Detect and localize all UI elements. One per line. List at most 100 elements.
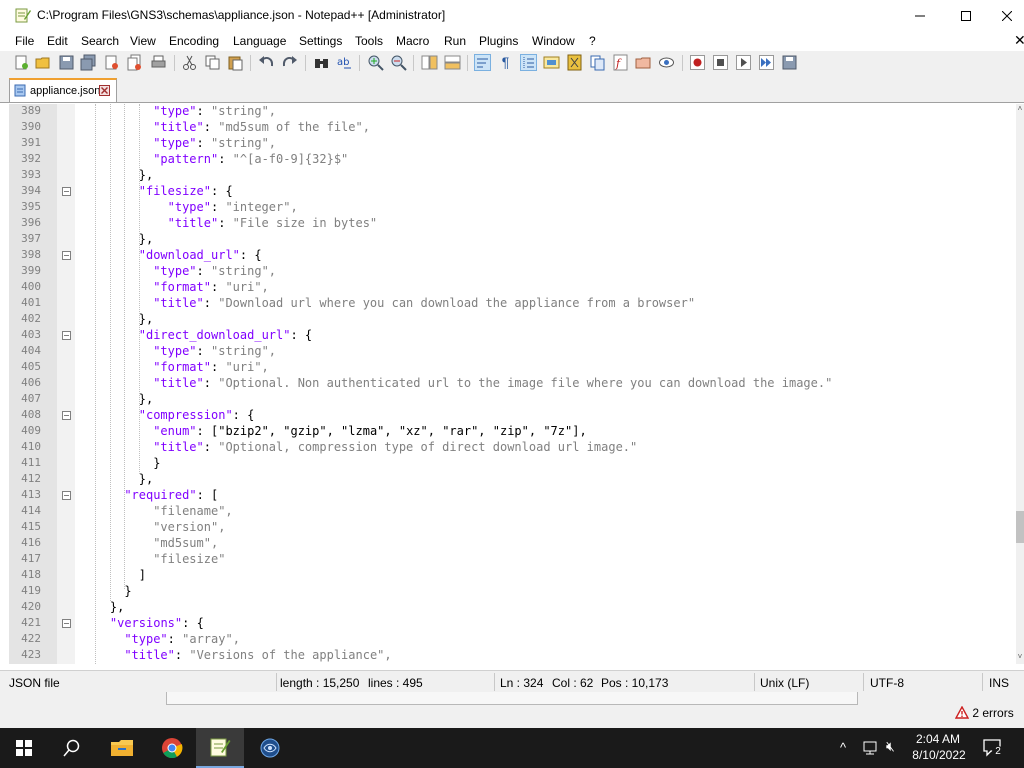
save-icon[interactable] bbox=[58, 54, 75, 71]
paste-icon[interactable] bbox=[227, 54, 244, 71]
indent-guide-icon[interactable] bbox=[520, 54, 537, 71]
monitoring-eye-icon[interactable] bbox=[658, 54, 675, 71]
menu-settings[interactable]: Settings bbox=[299, 34, 342, 48]
vertical-scrollbar[interactable] bbox=[1016, 104, 1024, 664]
taskbar-chrome[interactable] bbox=[148, 728, 196, 768]
volume-muted-icon[interactable]: 🔇︎ bbox=[886, 738, 895, 755]
clock-time[interactable]: 2:04 AM bbox=[912, 732, 964, 746]
fold-toggle-icon[interactable] bbox=[62, 491, 71, 500]
fold-toggle-icon[interactable] bbox=[62, 187, 71, 196]
fold-toggle-icon[interactable] bbox=[62, 619, 71, 628]
status-encoding[interactable]: UTF-8 bbox=[870, 676, 904, 690]
menu-help[interactable]: ? bbox=[589, 34, 596, 48]
notification-center-button[interactable]: 2 bbox=[982, 738, 1004, 758]
new-file-icon[interactable] bbox=[13, 54, 30, 71]
word-wrap-icon[interactable] bbox=[474, 54, 491, 71]
folder-as-workspace-icon[interactable] bbox=[635, 54, 652, 71]
menu-edit[interactable]: Edit bbox=[47, 34, 68, 48]
tab-strip: appliance.json bbox=[0, 75, 1024, 103]
record-macro-icon[interactable] bbox=[689, 54, 706, 71]
maximize-button[interactable] bbox=[943, 0, 989, 31]
save-all-icon[interactable] bbox=[80, 54, 97, 71]
play-macro-icon[interactable] bbox=[735, 54, 752, 71]
redo-icon[interactable] bbox=[281, 54, 298, 71]
json-value: "Optional, compression type of direct do… bbox=[218, 440, 638, 454]
function-list-icon[interactable]: f bbox=[612, 54, 629, 71]
menu-window[interactable]: Window bbox=[532, 34, 575, 48]
code-line: }, bbox=[139, 392, 153, 406]
find-icon[interactable] bbox=[313, 54, 330, 71]
error-indicator[interactable]: 2 errors bbox=[954, 705, 1014, 720]
json-value: "integer", bbox=[225, 200, 298, 214]
tab-close-icon[interactable] bbox=[99, 85, 110, 96]
json-punctuation: } bbox=[124, 584, 132, 598]
tab-appliance-json[interactable]: appliance.json bbox=[9, 78, 117, 102]
menu-run[interactable]: Run bbox=[444, 34, 466, 48]
taskbar-file-explorer[interactable] bbox=[98, 728, 146, 768]
fold-toggle-icon[interactable] bbox=[62, 411, 71, 420]
open-file-icon[interactable] bbox=[35, 54, 52, 71]
sync-vertical-icon[interactable] bbox=[421, 54, 438, 71]
json-value: "Versions of the appliance", bbox=[189, 648, 392, 662]
minimize-button[interactable] bbox=[897, 0, 943, 31]
json-punctuation: }, bbox=[138, 472, 154, 486]
search-button[interactable] bbox=[48, 728, 96, 768]
line-number: 421 bbox=[21, 616, 41, 629]
code-editor[interactable]: 389 "type": "string", 390 "title": "md5sum … bbox=[9, 104, 1016, 664]
stop-macro-icon[interactable] bbox=[712, 54, 729, 71]
line-number: 406 bbox=[21, 376, 41, 389]
user-defined-language-icon[interactable] bbox=[543, 54, 560, 71]
document-list-icon[interactable] bbox=[589, 54, 606, 71]
close-button[interactable] bbox=[989, 0, 1024, 31]
menu-encoding[interactable]: Encoding bbox=[169, 34, 219, 48]
json-punctuation: : { bbox=[182, 616, 204, 630]
print-icon[interactable] bbox=[150, 54, 167, 71]
menu-search[interactable]: Search bbox=[81, 34, 119, 48]
scroll-up-arrow-icon[interactable]: ˄ bbox=[1016, 104, 1024, 114]
menu-view[interactable]: View bbox=[130, 34, 156, 48]
menu-macro[interactable]: Macro bbox=[396, 34, 429, 48]
replace-icon[interactable]: ab bbox=[336, 54, 353, 71]
close-all-icon[interactable] bbox=[126, 54, 143, 71]
json-value: "string", bbox=[211, 136, 277, 150]
fold-toggle-icon[interactable] bbox=[62, 331, 71, 340]
zoom-out-icon[interactable] bbox=[390, 54, 407, 71]
clock-date[interactable]: 8/10/2022 bbox=[909, 748, 969, 762]
undo-icon[interactable] bbox=[258, 54, 275, 71]
save-macro-icon[interactable] bbox=[781, 54, 798, 71]
show-hidden-icons-chevron-icon[interactable]: ^ bbox=[840, 740, 846, 755]
cut-icon[interactable] bbox=[181, 54, 198, 71]
json-punctuation: : { bbox=[290, 328, 313, 342]
maximize-icon bbox=[961, 10, 971, 21]
sync-horizontal-icon[interactable] bbox=[444, 54, 461, 71]
json-key: "type" bbox=[124, 632, 168, 646]
zoom-in-icon[interactable] bbox=[367, 54, 384, 71]
run-macro-multiple-icon[interactable] bbox=[758, 54, 775, 71]
close-document-x-icon[interactable]: ✕ bbox=[1014, 32, 1024, 49]
line-number: 413 bbox=[21, 488, 41, 501]
network-icon[interactable] bbox=[862, 740, 880, 759]
copy-icon[interactable] bbox=[204, 54, 221, 71]
taskbar-gns3[interactable] bbox=[246, 728, 294, 768]
line-number: 390 bbox=[21, 120, 41, 133]
scroll-down-arrow-icon[interactable]: ˅ bbox=[1016, 652, 1024, 662]
windows-taskbar: ^ 🔇︎ 2:04 AM 8/10/2022 2 bbox=[0, 728, 1024, 768]
json-punctuation: } bbox=[153, 456, 161, 470]
code-line: "pattern": "^[a-f0-9]{32}$" bbox=[153, 152, 348, 166]
line-number: 400 bbox=[21, 280, 41, 293]
line-number: 396 bbox=[21, 216, 41, 229]
menu-tools[interactable]: Tools bbox=[355, 34, 383, 48]
menu-file[interactable]: File bbox=[15, 34, 34, 48]
taskbar-notepadpp[interactable] bbox=[196, 728, 244, 768]
status-column: Col : 62 bbox=[552, 676, 594, 690]
document-map-icon[interactable] bbox=[566, 54, 583, 71]
status-insert-mode[interactable]: INS bbox=[989, 676, 1009, 690]
status-eol[interactable]: Unix (LF) bbox=[760, 676, 809, 690]
fold-toggle-icon[interactable] bbox=[62, 251, 71, 260]
menu-plugins[interactable]: Plugins bbox=[479, 34, 518, 48]
show-all-characters-icon[interactable]: ¶ bbox=[497, 54, 514, 71]
menu-language[interactable]: Language bbox=[233, 34, 286, 48]
close-file-icon[interactable] bbox=[103, 54, 120, 71]
start-button[interactable] bbox=[0, 728, 48, 768]
vertical-scrollbar-thumb[interactable] bbox=[1016, 511, 1024, 543]
